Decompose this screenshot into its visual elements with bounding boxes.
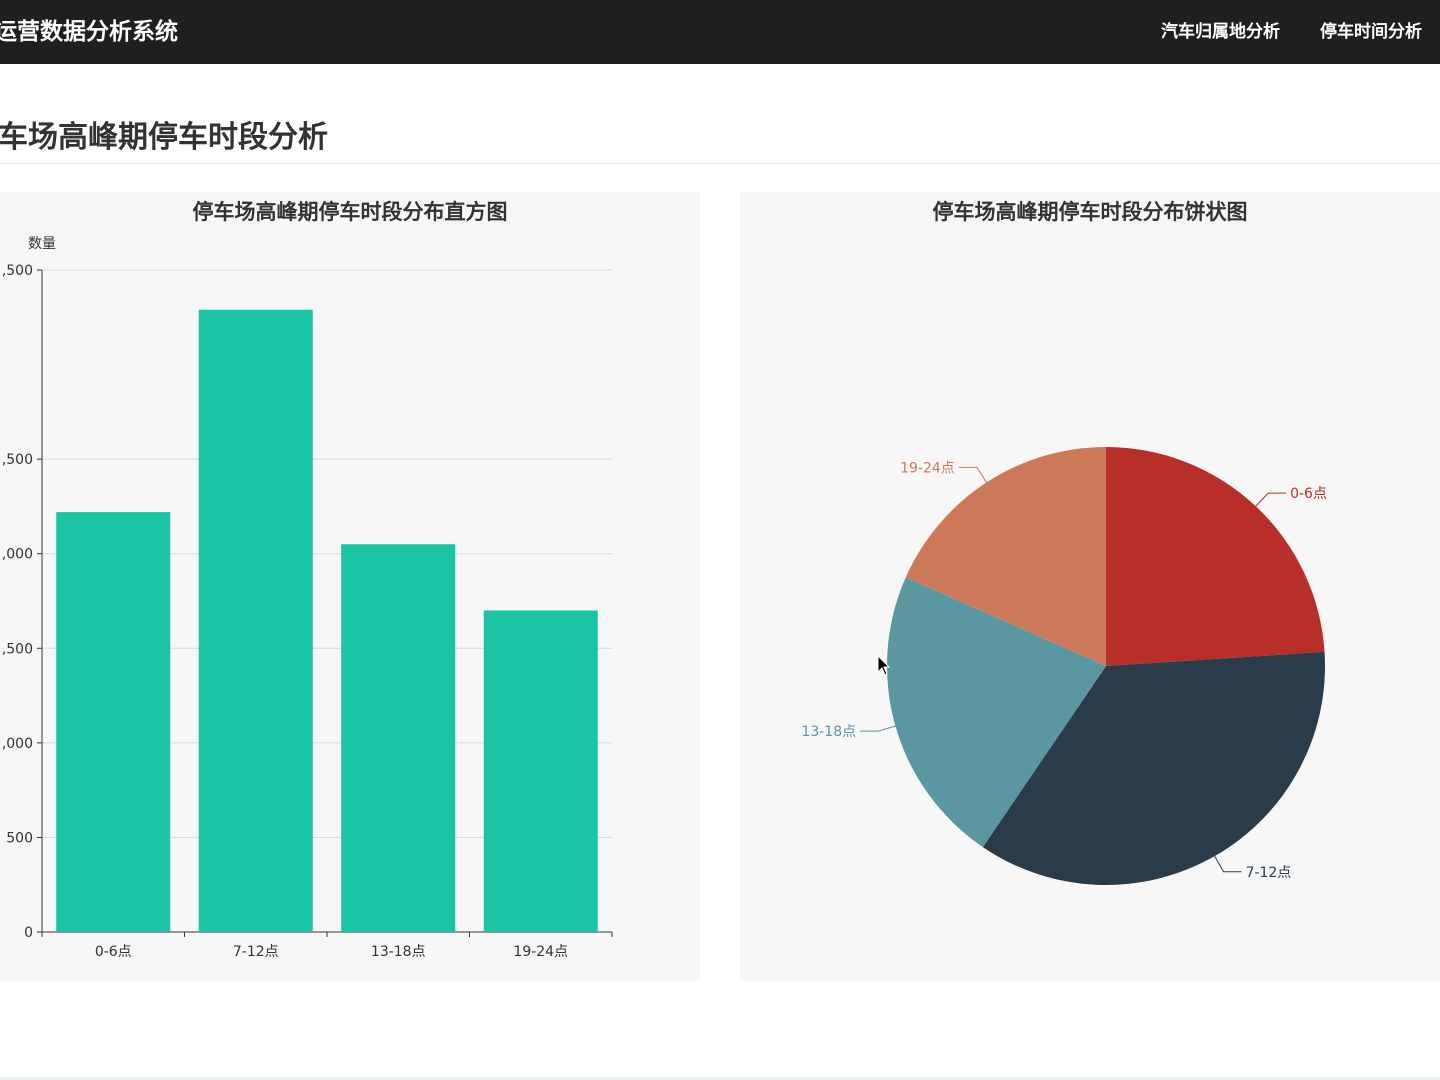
x-tick-label: 7-12点	[233, 944, 279, 960]
bar	[56, 512, 171, 932]
x-tick-label: 19-24点	[513, 944, 568, 960]
y-tick-label: 500	[6, 830, 33, 846]
pie-chart-panel: 停车场高峰期停车时段分布饼状图 0-6点 7-12点 13-18点 19-24点	[740, 192, 1440, 981]
y-tick-label: ,000	[2, 547, 33, 563]
pie-leader-line	[860, 725, 896, 732]
pie-slice	[1106, 447, 1325, 666]
pie-chart: 0-6点 7-12点 13-18点 19-24点	[801, 447, 1327, 885]
page-title: 车场高峰期停车时段分析	[0, 120, 328, 155]
pie-leader-line	[958, 466, 987, 483]
top-navbar: 运营数据分析系统 汽车归属地分析 停车时间分析	[0, 0, 1440, 64]
bar-chart: 0 500 ,000 ,500 ,000 ,500 ,500 数量 0-6点 7-12点 13-18…	[2, 236, 613, 960]
y-tick-label: ,000	[2, 736, 33, 752]
nav-link-parking-time[interactable]: 停车时间分析	[1320, 0, 1422, 64]
mouse-cursor-icon	[877, 655, 891, 676]
pie-leader-line	[1255, 492, 1287, 507]
y-tick-label: ,500	[2, 263, 33, 279]
y-tick-label: 0	[24, 925, 33, 941]
pie-leader-line	[1214, 855, 1242, 873]
pie-label: 0-6点	[1290, 486, 1327, 502]
x-tick-label: 13-18点	[371, 944, 426, 960]
bar	[483, 610, 598, 932]
y-tick-label: ,500	[2, 641, 33, 657]
x-tick-label: 0-6点	[95, 944, 132, 960]
pie-label: 7-12点	[1246, 865, 1292, 881]
bar	[198, 309, 313, 933]
app-brand[interactable]: 运营数据分析系统	[0, 0, 178, 64]
title-divider	[0, 163, 1440, 164]
nav-links: 汽车归属地分析 停车时间分析	[1121, 0, 1422, 64]
pie-label: 13-18点	[801, 724, 856, 740]
nav-link-car-origin[interactable]: 汽车归属地分析	[1161, 0, 1280, 64]
bar	[341, 544, 456, 932]
y-axis-name: 数量	[28, 236, 56, 252]
bar-chart-panel: 停车场高峰期停车时段分布直方图 0 500,000,500,000,500,500…	[0, 192, 700, 981]
y-tick-label: ,500	[2, 452, 33, 468]
pie-label: 19-24点	[900, 460, 955, 476]
